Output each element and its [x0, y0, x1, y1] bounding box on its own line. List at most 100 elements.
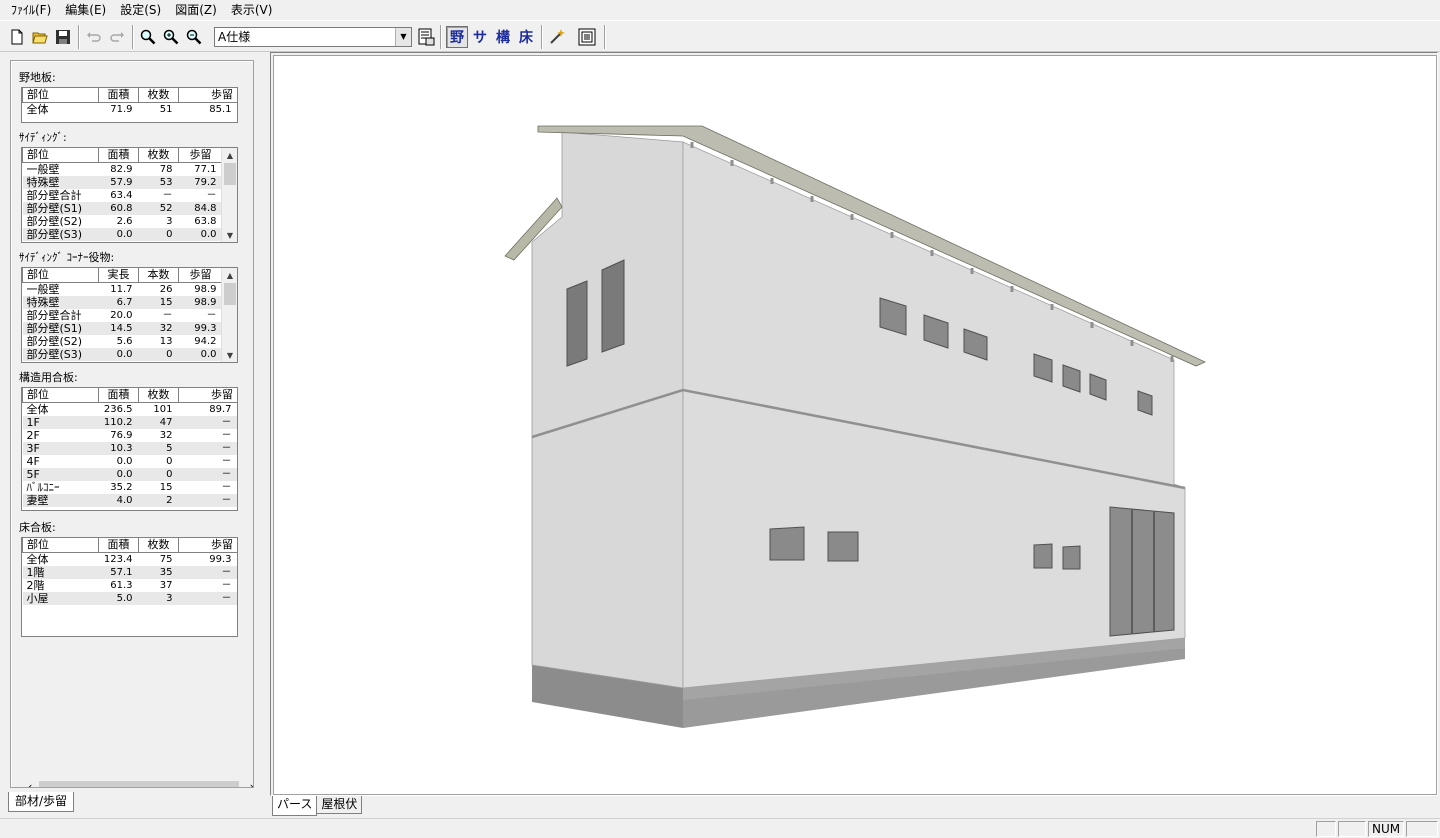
- table-row[interactable]: 全体 236.5 101 89.7: [22, 402, 237, 416]
- col-header[interactable]: 実長: [98, 268, 139, 283]
- cell: 35.2: [98, 480, 139, 494]
- siding-toggle-button[interactable]: サ: [469, 26, 491, 48]
- nojiita-toggle-button[interactable]: 野: [446, 26, 468, 48]
- table-row[interactable]: 部分壁(S2) 5.6 13 94.2: [22, 334, 223, 348]
- col-header[interactable]: 部位: [22, 148, 99, 163]
- table-row[interactable]: 1階 57.1 35 －: [22, 565, 237, 579]
- col-header[interactable]: 歩留: [178, 268, 223, 283]
- cell: －: [178, 188, 223, 202]
- table-row[interactable]: 2階 61.3 37 －: [22, 578, 237, 592]
- table-row[interactable]: ﾊﾞﾙｺﾆｰ 35.2 15 －: [22, 480, 237, 494]
- table-row[interactable]: 部分壁(S1) 60.8 52 84.8: [22, 201, 223, 215]
- table-row[interactable]: 全体 123.4 75 99.3: [22, 552, 237, 566]
- col-header[interactable]: 部位: [22, 88, 99, 103]
- col-header[interactable]: 面積: [98, 388, 139, 403]
- open-folder-icon[interactable]: [29, 26, 51, 48]
- col-header[interactable]: 面積: [98, 148, 139, 163]
- scroll-up-icon[interactable]: ▲: [222, 148, 237, 162]
- col-header[interactable]: 面積: [98, 88, 139, 103]
- cell: 0.0: [98, 454, 139, 468]
- new-file-icon[interactable]: [6, 26, 28, 48]
- cell: 101: [138, 402, 179, 416]
- zoom-in-icon[interactable]: [160, 26, 182, 48]
- table-row[interactable]: 特殊壁 6.7 15 98.9: [22, 295, 223, 309]
- viewport-frame: [270, 52, 1438, 796]
- kouzou-table: 部位 面積 枚数 歩留 全体 236.5 101 89.7 1F 110.2 47 － 2F…: [21, 387, 238, 511]
- col-header[interactable]: 歩留: [178, 148, 223, 163]
- menu-drawing[interactable]: 図面(Z): [168, 0, 224, 20]
- perspective-viewport[interactable]: [273, 55, 1437, 795]
- col-header[interactable]: 本数: [138, 268, 179, 283]
- col-header[interactable]: 歩留: [178, 388, 237, 403]
- col-header[interactable]: 部位: [22, 388, 99, 403]
- cell: 10.3: [98, 441, 139, 455]
- scroll-up-icon[interactable]: ▲: [222, 268, 237, 282]
- table-row[interactable]: 部分壁(S3) 0.0 0 0.0: [22, 347, 223, 361]
- scroll-down-icon[interactable]: ▼: [222, 348, 237, 362]
- menu-file[interactable]: ﾌｧｲﾙ(F): [4, 0, 58, 20]
- corner-scrollbar[interactable]: ▲ ▼: [221, 268, 237, 362]
- siding-scrollbar[interactable]: ▲ ▼: [221, 148, 237, 242]
- menu-settings[interactable]: 設定(S): [113, 0, 168, 20]
- cell: 26: [138, 282, 179, 296]
- table-row[interactable]: 妻壁 4.0 2 －: [22, 493, 237, 507]
- col-header[interactable]: 枚数: [138, 388, 179, 403]
- col-header[interactable]: 面積: [98, 538, 139, 553]
- redo-icon[interactable]: [106, 26, 128, 48]
- table-row[interactable]: 5F 0.0 0 －: [22, 467, 237, 481]
- menu-view[interactable]: 表示(V): [224, 0, 280, 20]
- tab-perspective[interactable]: パース: [272, 796, 318, 816]
- screen-fit-icon[interactable]: [576, 26, 598, 48]
- cell: 110.2: [98, 415, 139, 429]
- kouzou-toggle-button[interactable]: 構: [492, 26, 514, 48]
- tab-parts-yield[interactable]: 部材/歩留: [8, 792, 75, 812]
- spec-select-value: A仕様: [218, 30, 251, 44]
- chevron-right-icon[interactable]: ›: [245, 778, 253, 788]
- table-row[interactable]: 部分壁(S1) 14.5 32 99.3: [22, 321, 223, 335]
- scroll-thumb[interactable]: [224, 283, 236, 305]
- search-icon[interactable]: [137, 26, 159, 48]
- table-row[interactable]: 特殊壁 57.9 53 79.2: [22, 175, 223, 189]
- col-header[interactable]: 部位: [22, 538, 99, 553]
- table-row[interactable]: 一般壁 82.9 78 77.1: [22, 162, 223, 176]
- cell: －: [178, 308, 223, 322]
- col-header[interactable]: 枚数: [138, 148, 179, 163]
- chevron-down-icon[interactable]: ▼: [395, 28, 411, 46]
- cell: 5.0: [98, 591, 139, 605]
- spec-select[interactable]: A仕様 ▼: [214, 27, 412, 47]
- table-row[interactable]: 小屋 5.0 3 －: [22, 591, 237, 605]
- corner-title: ｻｲﾃﾞｨﾝｸﾞ ｺｰﾅｰ役物:: [19, 251, 115, 264]
- col-header[interactable]: 枚数: [138, 88, 179, 103]
- cell: 部分壁(S1): [22, 321, 99, 335]
- table-row[interactable]: 部分壁(S2) 2.6 3 63.8: [22, 214, 223, 228]
- magic-wand-icon[interactable]: [546, 26, 568, 48]
- table-row[interactable]: 全体 71.9 51 85.1: [22, 102, 237, 116]
- undo-icon[interactable]: [83, 26, 105, 48]
- table-row[interactable]: 4F 0.0 0 －: [22, 454, 237, 468]
- menu-edit[interactable]: 編集(E): [58, 0, 113, 20]
- panel-hscrollbar[interactable]: ‹ ›: [23, 778, 253, 788]
- cell: 全体: [22, 402, 99, 416]
- table-row[interactable]: 1F 110.2 47 －: [22, 415, 237, 429]
- table-row[interactable]: 3F 10.3 5 －: [22, 441, 237, 455]
- scroll-down-icon[interactable]: ▼: [222, 228, 237, 242]
- yuka-toggle-button[interactable]: 床: [515, 26, 537, 48]
- table-row[interactable]: 一般壁 11.7 26 98.9: [22, 282, 223, 296]
- table-row[interactable]: 部分壁合計 63.4 －－: [22, 188, 223, 202]
- table-row[interactable]: 部分壁(S3) 0.0 0 0.0: [22, 227, 223, 241]
- col-header[interactable]: 歩留: [178, 538, 237, 553]
- save-icon[interactable]: [52, 26, 74, 48]
- zoom-out-icon[interactable]: [183, 26, 205, 48]
- cell: 89.7: [178, 402, 237, 416]
- table-row[interactable]: 2F 76.9 32 －: [22, 428, 237, 442]
- chevron-left-icon[interactable]: ‹: [23, 778, 37, 788]
- col-header[interactable]: 枚数: [138, 538, 179, 553]
- table-row[interactable]: 部分壁合計 20.0 －－: [22, 308, 223, 322]
- cell: 77.1: [178, 162, 223, 176]
- scroll-thumb[interactable]: [224, 163, 236, 185]
- tab-roof-plan[interactable]: 屋根伏: [316, 796, 363, 814]
- col-header[interactable]: 部位: [22, 268, 99, 283]
- spec-settings-icon[interactable]: [415, 26, 437, 48]
- col-header[interactable]: 歩留: [178, 88, 237, 103]
- scroll-thumb[interactable]: [39, 781, 239, 787]
